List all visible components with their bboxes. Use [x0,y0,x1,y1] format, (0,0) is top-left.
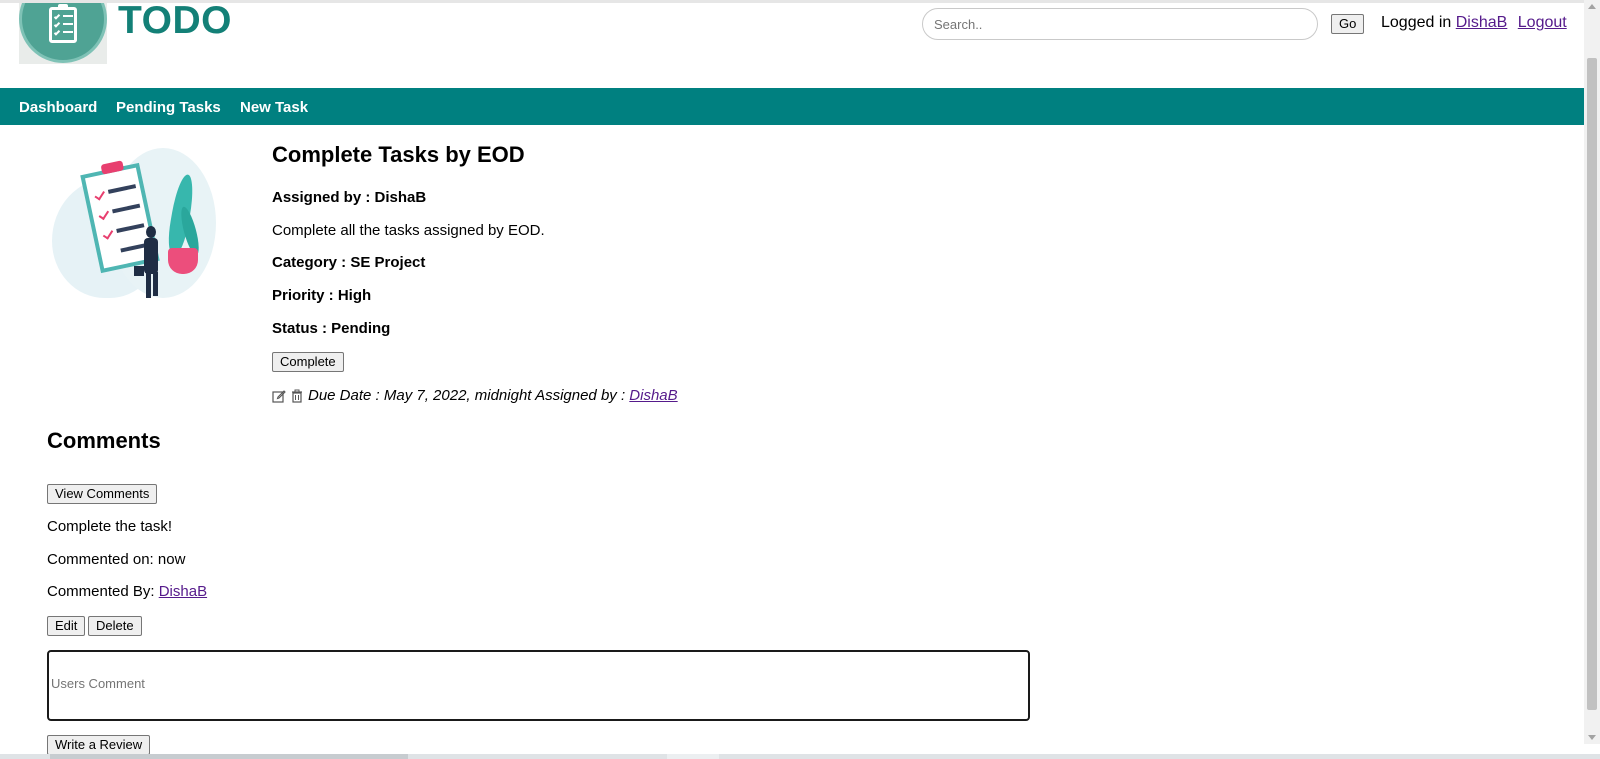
comments-heading: Comments [47,428,161,453]
nav-new-task[interactable]: New Task [240,99,308,116]
view-comments-button[interactable]: View Comments [47,484,158,504]
commented-on: Commented on: now [47,551,186,568]
write-review-button[interactable]: Write a Review [47,735,151,755]
logged-in-text: Logged in [1381,14,1452,31]
task-assigned-by: Assigned by : DishaB [272,189,427,206]
search-input[interactable] [922,8,1318,40]
commented-by: Commented By: DishaB [47,583,207,600]
go-button[interactable]: Go [1331,14,1365,34]
logout-link[interactable]: Logout [1518,14,1567,31]
complete-button[interactable]: Complete [272,352,344,372]
task-illustration [50,148,216,310]
scroll-up-icon[interactable] [1588,4,1596,9]
commented-by-label: Commented By: [47,583,155,600]
edit-icon[interactable] [272,389,286,403]
commented-by-user-link[interactable]: DishaB [159,583,207,600]
due-date-line: Due Date : May 7, 2022, midnight Assigne… [272,387,678,404]
vertical-scroll-thumb[interactable] [1587,58,1597,710]
horizontal-scrollbar[interactable] [0,754,1600,759]
nav-pending-tasks[interactable]: Pending Tasks [116,99,221,116]
edit-comment-button[interactable]: Edit [47,616,86,636]
header: TODO Go Logged in DishaB Logout [0,0,1584,88]
navbar: Dashboard Pending Tasks New Task [0,88,1584,125]
scroll-down-icon[interactable] [1588,735,1596,740]
delete-comment-button[interactable]: Delete [88,616,142,636]
comment-input[interactable] [47,650,1030,721]
due-assigned-user-link[interactable]: DishaB [629,387,677,404]
logo-icon [19,3,107,64]
horizontal-scroll-thumb[interactable] [50,754,408,759]
trash-icon[interactable] [290,389,304,403]
task-description: Complete all the tasks assigned by EOD. [272,222,545,239]
task-priority: Priority : High [272,287,372,304]
vertical-scrollbar[interactable] [1584,0,1600,744]
task-status: Status : Pending [272,320,391,337]
brand-title: TODO [118,0,232,42]
task-category: Category : SE Project [272,254,426,271]
due-date-text: Due Date : May 7, 2022, midnight Assigne… [308,387,626,404]
username-link[interactable]: DishaB [1456,14,1508,31]
task-title: Complete Tasks by EOD [272,142,525,167]
login-status: Logged in DishaB Logout [1381,14,1567,32]
nav-dashboard[interactable]: Dashboard [19,99,97,116]
comment-text: Complete the task! [47,518,173,535]
